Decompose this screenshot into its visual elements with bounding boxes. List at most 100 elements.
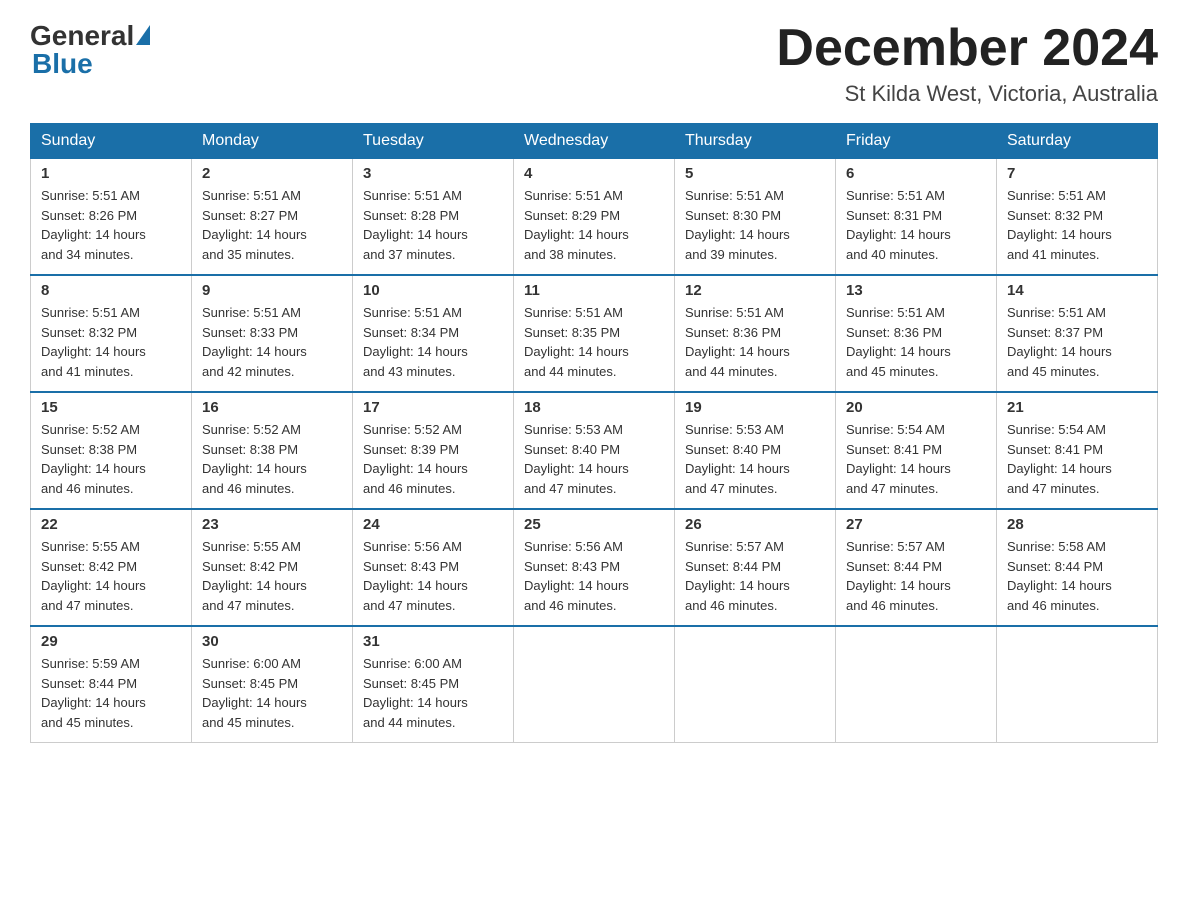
day-info: Sunrise: 5:53 AM Sunset: 8:40 PM Dayligh… [685,420,825,498]
logo: General Blue [30,20,150,80]
table-row: 21 Sunrise: 5:54 AM Sunset: 8:41 PM Dayl… [997,392,1158,509]
calendar-table: Sunday Monday Tuesday Wednesday Thursday… [30,123,1158,743]
day-info: Sunrise: 5:51 AM Sunset: 8:33 PM Dayligh… [202,303,342,381]
col-monday: Monday [192,124,353,159]
col-wednesday: Wednesday [514,124,675,159]
logo-text-blue: Blue [30,48,93,80]
table-row: 10 Sunrise: 5:51 AM Sunset: 8:34 PM Dayl… [353,275,514,392]
day-info: Sunrise: 5:51 AM Sunset: 8:37 PM Dayligh… [1007,303,1147,381]
calendar-week-row: 8 Sunrise: 5:51 AM Sunset: 8:32 PM Dayli… [31,275,1158,392]
col-tuesday: Tuesday [353,124,514,159]
col-saturday: Saturday [997,124,1158,159]
day-info: Sunrise: 5:54 AM Sunset: 8:41 PM Dayligh… [846,420,986,498]
title-block: December 2024 St Kilda West, Victoria, A… [776,20,1158,107]
col-thursday: Thursday [675,124,836,159]
table-row: 4 Sunrise: 5:51 AM Sunset: 8:29 PM Dayli… [514,159,675,276]
day-number: 1 [41,165,181,182]
day-number: 21 [1007,399,1147,416]
day-number: 12 [685,282,825,299]
table-row: 20 Sunrise: 5:54 AM Sunset: 8:41 PM Dayl… [836,392,997,509]
table-row: 25 Sunrise: 5:56 AM Sunset: 8:43 PM Dayl… [514,509,675,626]
day-info: Sunrise: 5:53 AM Sunset: 8:40 PM Dayligh… [524,420,664,498]
calendar-week-row: 22 Sunrise: 5:55 AM Sunset: 8:42 PM Dayl… [31,509,1158,626]
table-row: 29 Sunrise: 5:59 AM Sunset: 8:44 PM Dayl… [31,626,192,743]
day-number: 20 [846,399,986,416]
table-row: 26 Sunrise: 5:57 AM Sunset: 8:44 PM Dayl… [675,509,836,626]
table-row: 3 Sunrise: 5:51 AM Sunset: 8:28 PM Dayli… [353,159,514,276]
table-row: 6 Sunrise: 5:51 AM Sunset: 8:31 PM Dayli… [836,159,997,276]
day-info: Sunrise: 5:51 AM Sunset: 8:31 PM Dayligh… [846,186,986,264]
day-info: Sunrise: 5:51 AM Sunset: 8:35 PM Dayligh… [524,303,664,381]
day-info: Sunrise: 5:52 AM Sunset: 8:38 PM Dayligh… [202,420,342,498]
table-row: 5 Sunrise: 5:51 AM Sunset: 8:30 PM Dayli… [675,159,836,276]
day-number: 16 [202,399,342,416]
day-info: Sunrise: 5:51 AM Sunset: 8:34 PM Dayligh… [363,303,503,381]
day-info: Sunrise: 6:00 AM Sunset: 8:45 PM Dayligh… [202,654,342,732]
table-row: 19 Sunrise: 5:53 AM Sunset: 8:40 PM Dayl… [675,392,836,509]
day-info: Sunrise: 5:55 AM Sunset: 8:42 PM Dayligh… [41,537,181,615]
day-number: 31 [363,633,503,650]
day-number: 28 [1007,516,1147,533]
day-info: Sunrise: 5:54 AM Sunset: 8:41 PM Dayligh… [1007,420,1147,498]
table-row: 31 Sunrise: 6:00 AM Sunset: 8:45 PM Dayl… [353,626,514,743]
day-number: 18 [524,399,664,416]
day-info: Sunrise: 5:51 AM Sunset: 8:36 PM Dayligh… [846,303,986,381]
day-info: Sunrise: 5:55 AM Sunset: 8:42 PM Dayligh… [202,537,342,615]
day-number: 7 [1007,165,1147,182]
day-info: Sunrise: 5:51 AM Sunset: 8:32 PM Dayligh… [1007,186,1147,264]
day-info: Sunrise: 5:52 AM Sunset: 8:38 PM Dayligh… [41,420,181,498]
day-number: 15 [41,399,181,416]
table-row: 15 Sunrise: 5:52 AM Sunset: 8:38 PM Dayl… [31,392,192,509]
table-row: 2 Sunrise: 5:51 AM Sunset: 8:27 PM Dayli… [192,159,353,276]
day-number: 11 [524,282,664,299]
day-info: Sunrise: 5:51 AM Sunset: 8:26 PM Dayligh… [41,186,181,264]
day-number: 2 [202,165,342,182]
table-row: 22 Sunrise: 5:55 AM Sunset: 8:42 PM Dayl… [31,509,192,626]
day-number: 10 [363,282,503,299]
table-row: 13 Sunrise: 5:51 AM Sunset: 8:36 PM Dayl… [836,275,997,392]
day-number: 4 [524,165,664,182]
day-number: 5 [685,165,825,182]
day-number: 3 [363,165,503,182]
day-info: Sunrise: 5:51 AM Sunset: 8:29 PM Dayligh… [524,186,664,264]
day-number: 30 [202,633,342,650]
table-row [836,626,997,743]
day-number: 23 [202,516,342,533]
day-number: 9 [202,282,342,299]
calendar-week-row: 15 Sunrise: 5:52 AM Sunset: 8:38 PM Dayl… [31,392,1158,509]
day-number: 29 [41,633,181,650]
day-info: Sunrise: 5:51 AM Sunset: 8:36 PM Dayligh… [685,303,825,381]
day-number: 17 [363,399,503,416]
day-number: 24 [363,516,503,533]
table-row: 28 Sunrise: 5:58 AM Sunset: 8:44 PM Dayl… [997,509,1158,626]
day-info: Sunrise: 5:52 AM Sunset: 8:39 PM Dayligh… [363,420,503,498]
table-row: 18 Sunrise: 5:53 AM Sunset: 8:40 PM Dayl… [514,392,675,509]
day-info: Sunrise: 5:58 AM Sunset: 8:44 PM Dayligh… [1007,537,1147,615]
day-number: 25 [524,516,664,533]
calendar-week-row: 1 Sunrise: 5:51 AM Sunset: 8:26 PM Dayli… [31,159,1158,276]
calendar-week-row: 29 Sunrise: 5:59 AM Sunset: 8:44 PM Dayl… [31,626,1158,743]
table-row [675,626,836,743]
table-row: 17 Sunrise: 5:52 AM Sunset: 8:39 PM Dayl… [353,392,514,509]
table-row: 1 Sunrise: 5:51 AM Sunset: 8:26 PM Dayli… [31,159,192,276]
day-info: Sunrise: 5:57 AM Sunset: 8:44 PM Dayligh… [685,537,825,615]
table-row: 14 Sunrise: 5:51 AM Sunset: 8:37 PM Dayl… [997,275,1158,392]
month-year-title: December 2024 [776,20,1158,77]
page-header: General Blue December 2024 St Kilda West… [30,20,1158,107]
table-row: 9 Sunrise: 5:51 AM Sunset: 8:33 PM Dayli… [192,275,353,392]
location-subtitle: St Kilda West, Victoria, Australia [776,81,1158,107]
table-row: 7 Sunrise: 5:51 AM Sunset: 8:32 PM Dayli… [997,159,1158,276]
day-number: 13 [846,282,986,299]
day-number: 6 [846,165,986,182]
day-info: Sunrise: 5:59 AM Sunset: 8:44 PM Dayligh… [41,654,181,732]
day-number: 26 [685,516,825,533]
table-row: 16 Sunrise: 5:52 AM Sunset: 8:38 PM Dayl… [192,392,353,509]
day-info: Sunrise: 5:51 AM Sunset: 8:27 PM Dayligh… [202,186,342,264]
col-sunday: Sunday [31,124,192,159]
day-info: Sunrise: 5:57 AM Sunset: 8:44 PM Dayligh… [846,537,986,615]
calendar-header-row: Sunday Monday Tuesday Wednesday Thursday… [31,124,1158,159]
day-info: Sunrise: 5:56 AM Sunset: 8:43 PM Dayligh… [363,537,503,615]
day-number: 14 [1007,282,1147,299]
day-info: Sunrise: 5:51 AM Sunset: 8:32 PM Dayligh… [41,303,181,381]
day-info: Sunrise: 5:56 AM Sunset: 8:43 PM Dayligh… [524,537,664,615]
